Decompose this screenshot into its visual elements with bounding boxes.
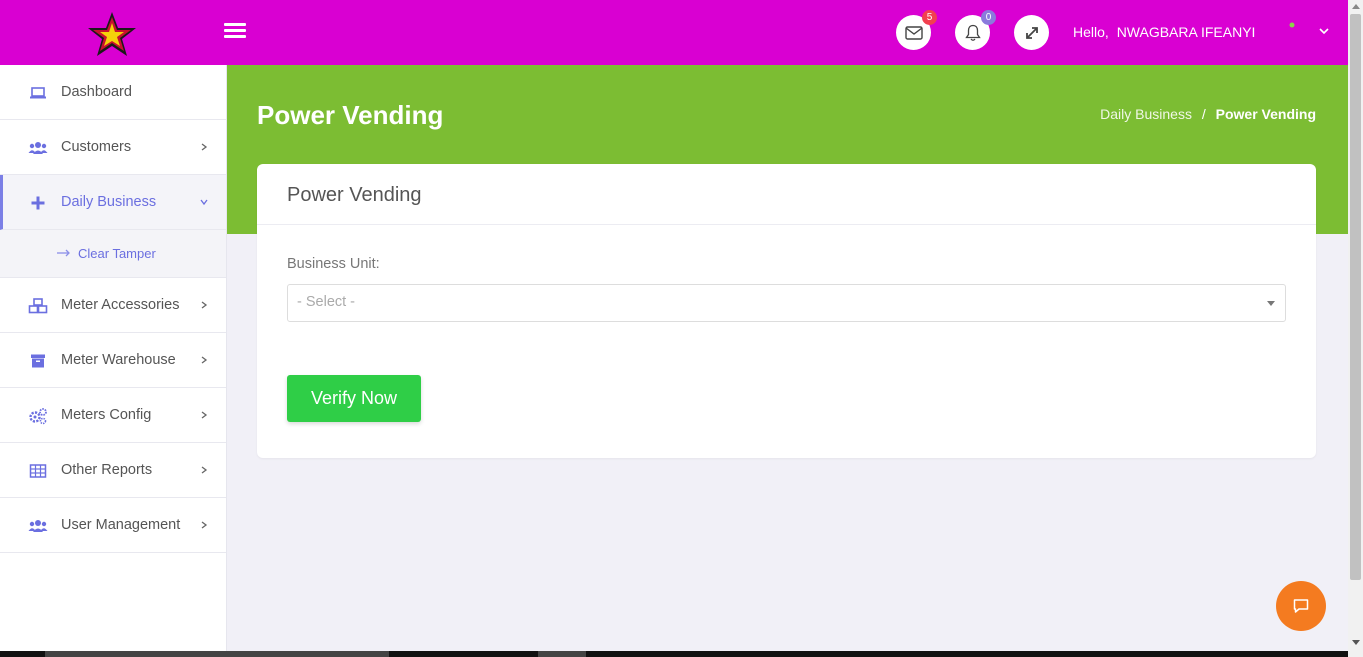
chevron-right-icon — [201, 301, 208, 309]
hamburger-icon[interactable] — [222, 20, 248, 44]
avatar[interactable] — [1289, 22, 1295, 28]
bottom-strip — [0, 651, 1348, 657]
breadcrumb-link-daily-business[interactable]: Daily Business — [1100, 106, 1192, 122]
chevron-down-icon — [200, 199, 208, 206]
top-bar: 5 0 Hello, NWAGBARA IFEANYI — [0, 0, 1348, 65]
cubes-icon — [28, 298, 48, 314]
caret-down-icon — [1267, 301, 1275, 306]
sidebar: Dashboard Customers Daily Business Clear… — [0, 65, 227, 657]
business-unit-label: Business Unit: — [287, 256, 380, 272]
archive-icon — [31, 354, 45, 368]
breadcrumb: Daily Business / Power Vending — [1100, 106, 1316, 122]
sidebar-item-label: Dashboard — [61, 84, 132, 100]
bottom-strip-segment — [45, 651, 389, 657]
sidebar-item-dashboard[interactable]: Dashboard — [0, 65, 226, 120]
users-icon — [28, 520, 48, 532]
bell-icon — [964, 24, 981, 41]
business-unit-selected-value: - Select - — [297, 294, 356, 310]
sidebar-subitem-label: Clear Tamper — [78, 246, 156, 261]
verify-now-button[interactable]: Verify Now — [287, 375, 421, 422]
vertical-scrollbar[interactable] — [1348, 0, 1363, 657]
arrow-right-icon — [57, 249, 70, 257]
mail-count-badge: 5 — [922, 10, 937, 25]
notification-count-badge: 0 — [981, 10, 996, 25]
breadcrumb-separator: / — [1201, 106, 1206, 122]
expand-icon — [1025, 26, 1038, 39]
sidebar-item-label: User Management — [61, 517, 181, 533]
users-icon — [28, 142, 48, 154]
power-vending-card: Power Vending Business Unit: - Select - … — [257, 164, 1316, 458]
sidebar-item-meter-warehouse[interactable]: Meter Warehouse — [0, 333, 226, 388]
sidebar-item-daily-business[interactable]: Daily Business — [0, 175, 226, 230]
bottom-strip-segment — [538, 651, 586, 657]
chevron-right-icon — [201, 356, 208, 364]
mail-button[interactable]: 5 — [896, 10, 937, 50]
star-logo-icon[interactable] — [86, 10, 138, 58]
scroll-down-arrow-icon[interactable] — [1352, 640, 1360, 645]
user-name: NWAGBARA IFEANYI — [1116, 24, 1256, 40]
sidebar-item-user-management[interactable]: User Management — [0, 498, 226, 553]
chevron-down-icon[interactable] — [1318, 26, 1330, 36]
sidebar-item-other-reports[interactable]: Other Reports — [0, 443, 226, 498]
scroll-up-arrow-icon[interactable] — [1352, 4, 1360, 9]
cogs-icon — [29, 408, 47, 425]
scrollbar-thumb[interactable] — [1350, 14, 1361, 580]
sidebar-item-label: Meter Warehouse — [61, 352, 176, 368]
table-icon — [29, 464, 47, 478]
sidebar-subitem-clear-tamper[interactable]: Clear Tamper — [0, 230, 226, 278]
envelope-icon — [904, 25, 923, 40]
sidebar-item-meters-config[interactable]: Meters Config — [0, 388, 226, 443]
breadcrumb-current: Power Vending — [1215, 106, 1316, 122]
notifications-button[interactable]: 0 — [955, 10, 996, 50]
chevron-right-icon — [201, 466, 208, 474]
sidebar-item-label: Meter Accessories — [61, 297, 180, 313]
chat-bubble-icon — [1293, 599, 1309, 613]
laptop-icon — [30, 87, 46, 99]
plus-icon — [31, 196, 45, 210]
chat-button[interactable] — [1276, 581, 1326, 631]
sidebar-item-label: Meters Config — [61, 407, 152, 423]
chevron-right-icon — [201, 143, 208, 151]
sidebar-item-label: Daily Business — [61, 194, 157, 210]
chevron-right-icon — [201, 521, 208, 529]
user-greeting[interactable]: Hello, NWAGBARA IFEANYI — [1073, 24, 1255, 40]
page-title: Power Vending — [257, 100, 444, 130]
sidebar-item-label: Other Reports — [61, 462, 153, 478]
card-title: Power Vending — [257, 164, 1316, 225]
sidebar-item-label: Customers — [61, 139, 132, 155]
business-unit-select[interactable]: - Select - — [287, 284, 1286, 322]
sidebar-item-customers[interactable]: Customers — [0, 120, 226, 175]
fullscreen-button[interactable] — [1014, 15, 1049, 50]
chevron-right-icon — [201, 411, 208, 419]
greeting-text: Hello, — [1073, 24, 1109, 40]
sidebar-item-meter-accessories[interactable]: Meter Accessories — [0, 278, 226, 333]
